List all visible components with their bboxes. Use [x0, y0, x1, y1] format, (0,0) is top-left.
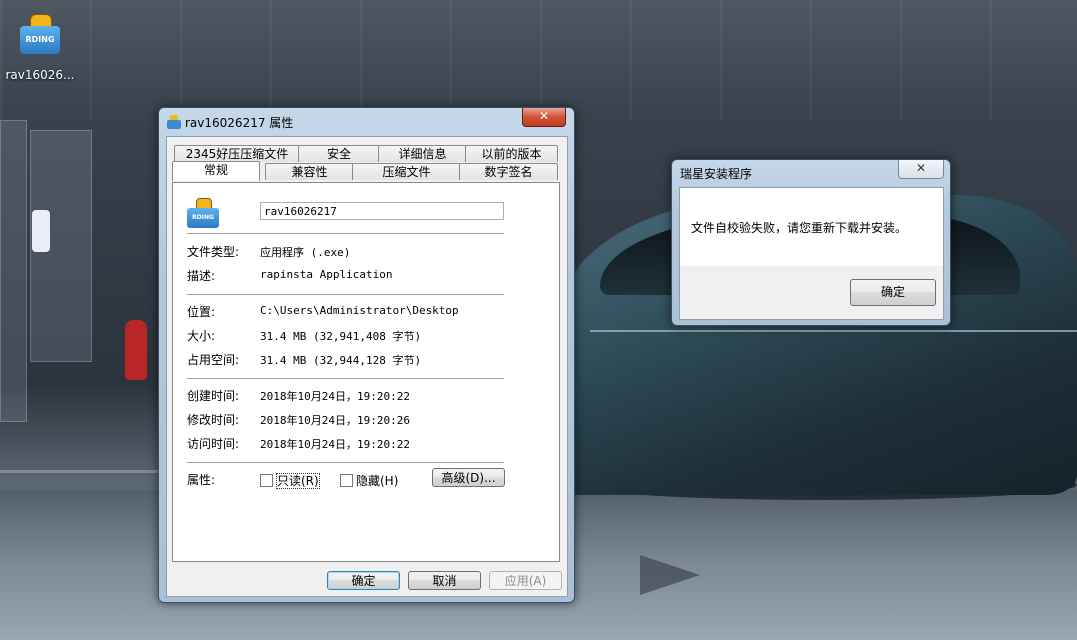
icon-badge: RDING: [20, 26, 60, 54]
description-label: 描述:: [187, 269, 216, 283]
tab-row-2: 常规 兼容性 压缩文件 数字签名: [167, 161, 567, 181]
tab-compatibility[interactable]: 兼容性: [265, 163, 354, 180]
separator: [187, 378, 504, 379]
window-client: 2345好压压缩文件 安全 详细信息 以前的版本 常规 兼容性 压缩文件 数字签…: [166, 136, 568, 597]
wallpaper-ceiling: [0, 0, 1077, 120]
file-properties-window[interactable]: rav16026217 属性 ✕ 2345好压压缩文件 安全 详细信息 以前的版…: [158, 107, 575, 603]
dialog-client: 文件自校验失败，请您重新下载并安装。 确定: [679, 187, 944, 320]
wallpaper-floor-arrow: [640, 555, 700, 595]
created-label: 创建时间:: [187, 389, 240, 403]
separator: [187, 233, 504, 234]
close-button[interactable]: ✕: [522, 108, 566, 127]
hidden-label: 隐藏(H): [356, 474, 399, 488]
readonly-label: 只读(R): [276, 473, 320, 489]
desktop-icon-label: rav16026...: [5, 68, 75, 82]
attributes-label: 属性:: [187, 473, 216, 487]
separator: [187, 294, 504, 295]
type-value: 应用程序 (.exe): [260, 246, 351, 259]
modified-label: 修改时间:: [187, 413, 240, 427]
advanced-button[interactable]: 高级(D)...: [432, 468, 505, 487]
created-value: 2018年10月24日，19:20:22: [260, 390, 410, 403]
size-value: 31.4 MB (32,941,408 字节): [260, 330, 422, 343]
window-title: rav16026217 属性: [185, 116, 294, 130]
readonly-checkbox[interactable]: 只读(R): [260, 472, 320, 489]
dialog-ok-button[interactable]: 确定: [850, 279, 936, 306]
hidden-checkbox[interactable]: 隐藏(H): [340, 472, 398, 489]
tab-archive[interactable]: 压缩文件: [352, 163, 461, 180]
tab-details[interactable]: 详细信息: [378, 145, 467, 162]
disk-size-value: 31.4 MB (32,944,128 字节): [260, 354, 422, 367]
description-value: rapinsta Application: [260, 268, 393, 281]
wallpaper-car-stripe: [590, 330, 1077, 332]
tab-general[interactable]: 常规: [172, 161, 260, 181]
dialog-title: 瑞星安装程序: [680, 167, 753, 181]
app-title-icon: [167, 115, 181, 129]
tab-2345-archive[interactable]: 2345好压压缩文件: [174, 145, 300, 162]
type-label: 文件类型:: [187, 245, 240, 259]
desktop-icon-rav-installer[interactable]: RDING rav16026...: [4, 14, 76, 88]
location-value: C:\Users\Administrator\Desktop: [260, 304, 459, 317]
file-icon: RDING: [187, 198, 219, 228]
tab-digital-signature[interactable]: 数字签名: [459, 163, 558, 180]
checkbox-box: [340, 474, 353, 487]
accessed-label: 访问时间:: [187, 437, 240, 451]
general-tab-page: RDING rav16026217 文件类型: 应用程序 (.exe) 描述: …: [172, 182, 560, 562]
disk-size-label: 占用空间:: [187, 353, 240, 367]
separator: [187, 462, 504, 463]
error-message: 文件自校验失败，请您重新下载并安装。: [691, 221, 908, 235]
dialog-message-area: 文件自校验失败，请您重新下载并安装。: [680, 188, 943, 266]
cancel-button[interactable]: 取消: [408, 571, 481, 590]
rising-installer-icon: RDING: [18, 14, 62, 54]
tab-security[interactable]: 安全: [298, 145, 380, 162]
location-label: 位置:: [187, 305, 216, 319]
modified-value: 2018年10月24日，19:20:26: [260, 414, 410, 427]
wallpaper-door-panel: [0, 120, 27, 422]
tab-previous-versions[interactable]: 以前的版本: [465, 145, 558, 162]
installer-error-dialog[interactable]: 瑞星安装程序 ✕ 文件自校验失败，请您重新下载并安装。 确定: [671, 159, 951, 326]
apply-button[interactable]: 应用(A): [489, 571, 562, 590]
accessed-value: 2018年10月24日，19:20:22: [260, 438, 410, 451]
size-label: 大小:: [187, 329, 216, 343]
checkbox-box: [260, 474, 273, 487]
wallpaper-light: [32, 210, 50, 252]
ok-button[interactable]: 确定: [327, 571, 400, 590]
dialog-close-button[interactable]: ✕: [898, 160, 944, 179]
file-name-input[interactable]: rav16026217: [260, 202, 504, 220]
wallpaper-extinguisher: [125, 320, 147, 380]
